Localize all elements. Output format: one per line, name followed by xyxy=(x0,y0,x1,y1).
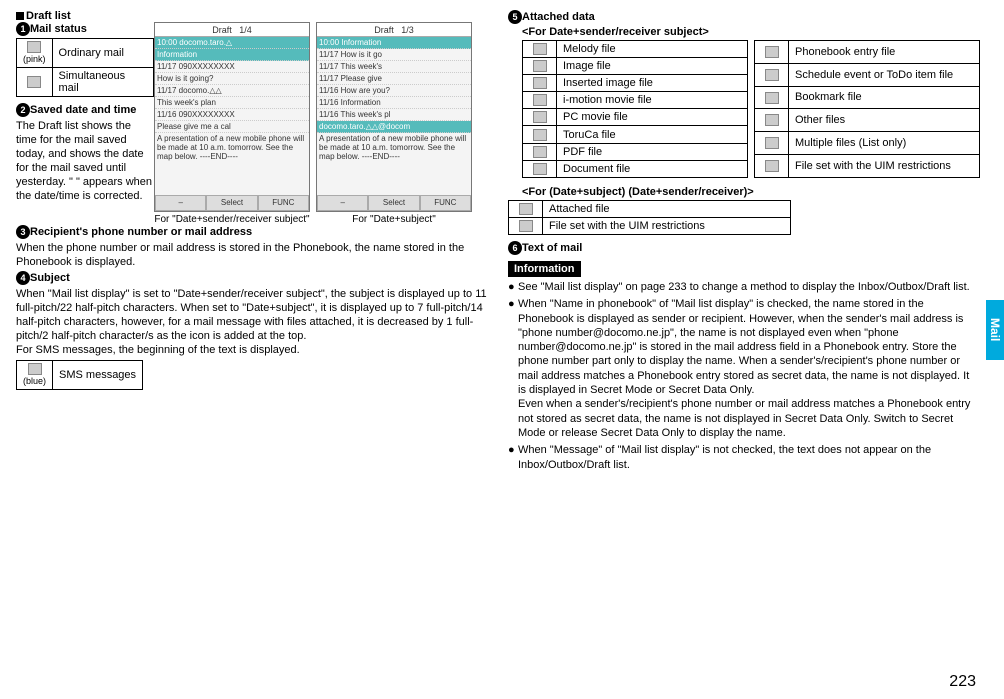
phone-screenshot-sender: 1 2 3 4 5 6 Draft 1/4 10:00 docomo.taro.… xyxy=(154,22,310,212)
table-row: Phonebook entry file xyxy=(755,41,980,64)
table-row: i-motion movie file xyxy=(523,92,748,109)
subject-body: When "Mail list display" is set to "Date… xyxy=(16,287,488,357)
page-number: 223 xyxy=(949,673,976,691)
softkey-func[interactable]: FUNC Change xyxy=(420,195,471,211)
table-row: Schedule event or ToDo item file xyxy=(755,63,980,86)
sms-table: (blue) SMS messages xyxy=(16,360,143,390)
subject-file-table: Attached file File set with the UIM rest… xyxy=(508,200,791,235)
bookmark-icon xyxy=(765,92,779,104)
mail-status-heading: 1Mail status xyxy=(16,22,154,36)
table-row: (blue) SMS messages xyxy=(17,360,143,389)
document-icon xyxy=(533,163,547,175)
uim-restriction-icon xyxy=(519,220,533,232)
table-row: Image file xyxy=(523,58,748,75)
file-table-right: Phonebook entry file Schedule event or T… xyxy=(754,40,980,178)
information-heading: Information xyxy=(508,261,581,277)
table-row: Attached file xyxy=(509,200,791,217)
for-date-sender-heading: <For Date+sender/receiver subject> xyxy=(522,26,980,38)
softkey-select[interactable]: Select xyxy=(368,195,419,211)
table-row: Bookmark file xyxy=(755,86,980,109)
for-date-subject-heading: <For (Date+subject) (Date+sender/receive… xyxy=(522,186,980,198)
melody-icon xyxy=(533,43,547,55)
saved-date-body: The Draft list shows the time for the ma… xyxy=(16,119,154,203)
subject-heading: 4Subject xyxy=(16,271,488,285)
softkey-left[interactable]: – xyxy=(317,195,368,211)
file-table-left: Melody file Image file Inserted image fi… xyxy=(522,40,748,178)
side-tab-mail: Mail xyxy=(986,300,1004,360)
mail-icon xyxy=(27,41,41,53)
text-of-mail-heading: 6Text of mail xyxy=(508,241,980,255)
draft-list-heading: Draft list xyxy=(16,10,488,22)
attached-data-heading: 5Attached data xyxy=(508,10,980,24)
softkey-select[interactable]: Select xyxy=(206,195,257,211)
pcmovie-icon xyxy=(533,111,547,123)
toruca-icon xyxy=(533,129,547,141)
schedule-icon xyxy=(765,69,779,81)
table-row: Multiple files (List only) xyxy=(755,132,980,155)
information-body: ●See "Mail list display" on page 233 to … xyxy=(508,280,980,472)
table-row: (pink) Ordinary mail xyxy=(17,39,154,68)
phonebook-icon xyxy=(765,46,779,58)
recipient-heading: 3Recipient's phone number or mail addres… xyxy=(16,225,488,239)
image-icon xyxy=(533,60,547,72)
table-row: Melody file xyxy=(523,41,748,58)
screenshot-caption: For "Date+sender/receiver subject" xyxy=(154,214,309,225)
inserted-image-icon xyxy=(533,77,547,89)
table-row: PDF file xyxy=(523,143,748,160)
table-row: Other files xyxy=(755,109,980,132)
mail-icon xyxy=(27,76,41,88)
imotion-icon xyxy=(533,94,547,106)
other-files-icon xyxy=(765,114,779,126)
softkey-func[interactable]: FUNC Change xyxy=(258,195,309,211)
softkey-left[interactable]: – xyxy=(155,195,206,211)
screenshot-caption: For "Date+subject" xyxy=(352,214,436,225)
table-row: File set with the UIM restrictions xyxy=(509,217,791,234)
table-row: Simultaneous mail xyxy=(17,68,154,97)
saved-date-heading: 2Saved date and time xyxy=(16,103,154,117)
sms-icon xyxy=(28,363,42,375)
recipient-body: When the phone number or mail address is… xyxy=(16,241,488,269)
attached-file-icon xyxy=(519,203,533,215)
multiple-files-icon xyxy=(765,137,779,149)
pdf-icon xyxy=(533,146,547,158)
table-row: Inserted image file xyxy=(523,75,748,92)
table-row: PC movie file xyxy=(523,109,748,126)
uim-restriction-icon xyxy=(765,160,779,172)
phone-screenshot-subject: 1 2 5 4 3 6 Draft 1/3 10:00 Information … xyxy=(316,22,472,212)
table-row: Document file xyxy=(523,160,748,177)
mail-status-table: (pink) Ordinary mail Simultaneous mail xyxy=(16,38,154,97)
table-row: File set with the UIM restrictions xyxy=(755,154,980,177)
table-row: ToruCa file xyxy=(523,126,748,143)
